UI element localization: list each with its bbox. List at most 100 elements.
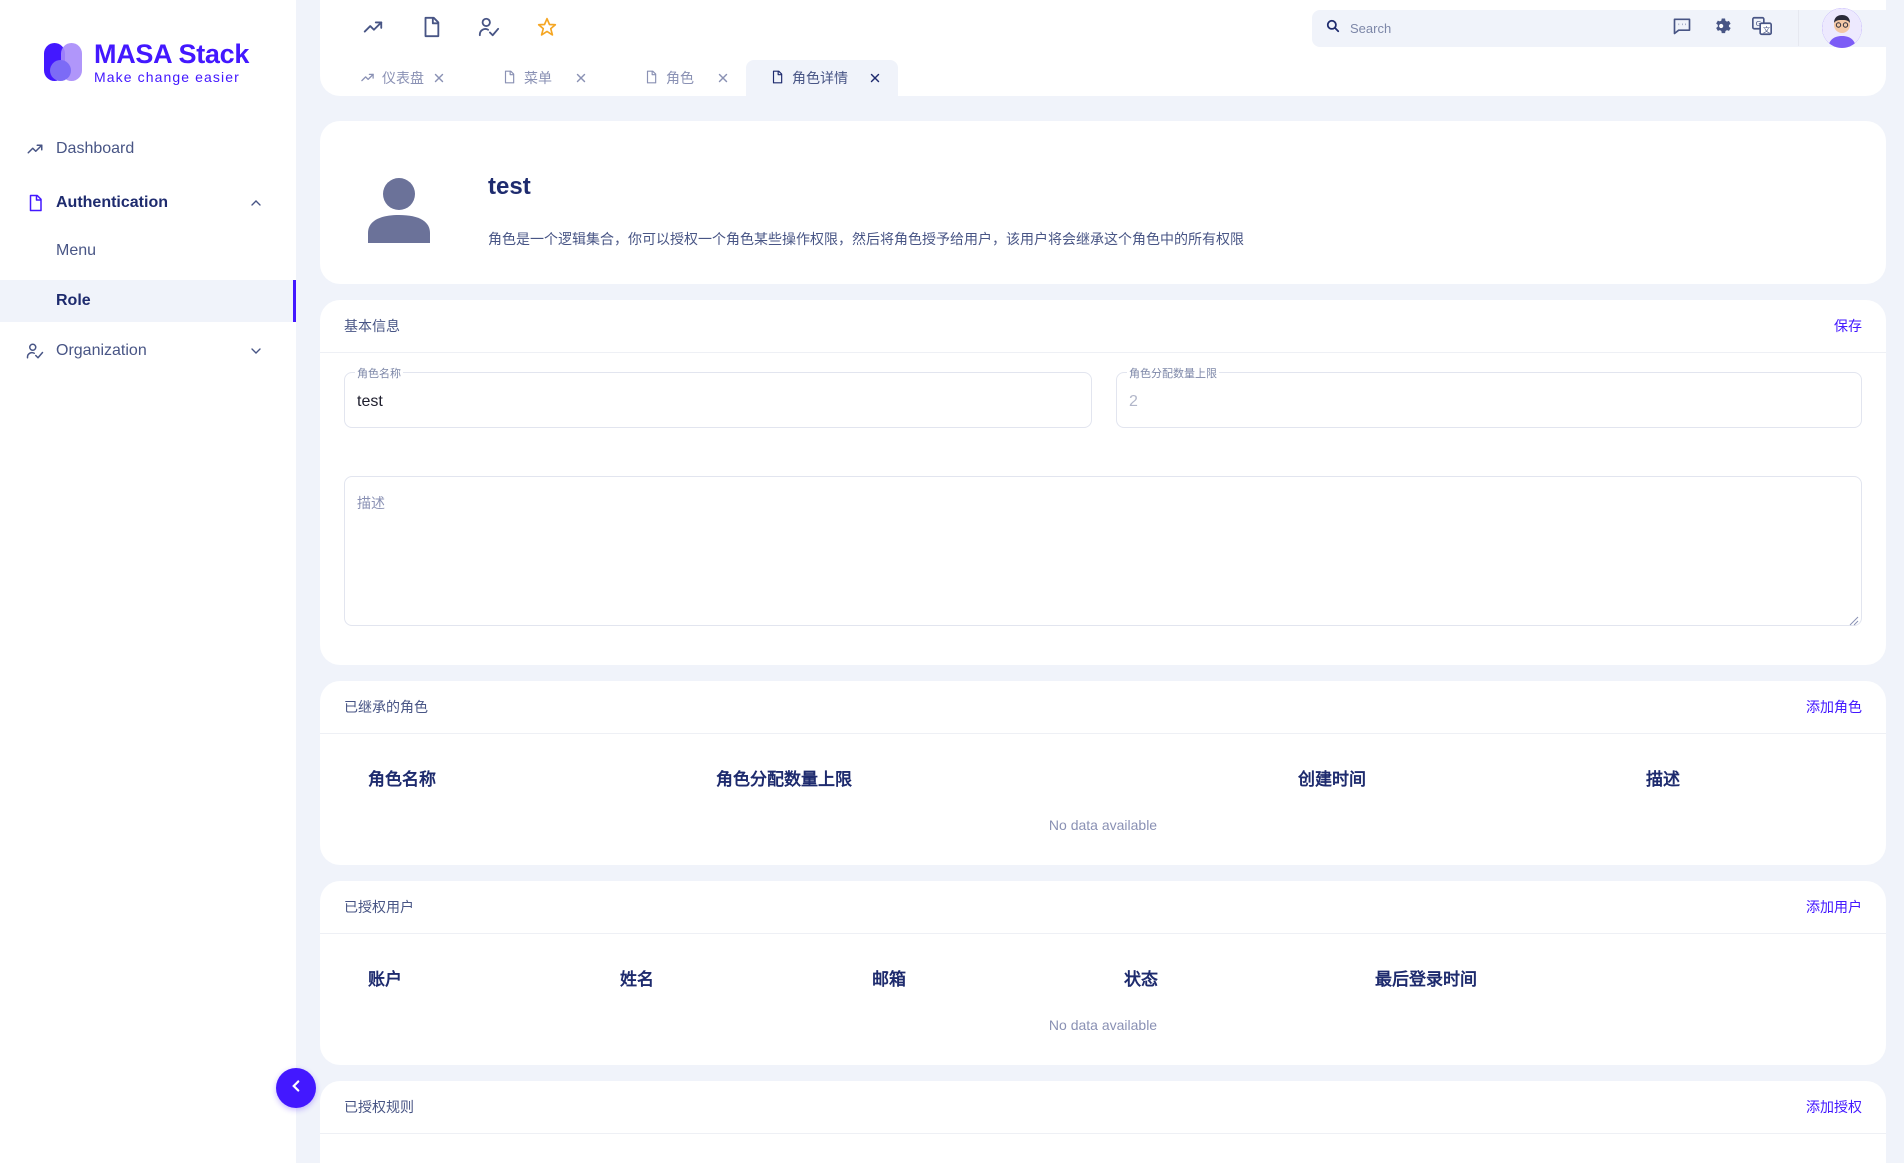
card-header: 已授权规则 添加授权 [320, 1081, 1886, 1134]
column-header[interactable]: 最后登录时间 [1375, 965, 1477, 990]
field-label: 角色名称 [355, 365, 403, 381]
tab-dashboard[interactable]: 仪表盘 [320, 60, 462, 96]
sidebar-item-menu[interactable]: Menu [0, 230, 296, 272]
sidebar-item-role[interactable]: Role [0, 280, 296, 322]
chevron-left-icon [287, 1077, 305, 1100]
column-header[interactable]: 描述 [1646, 765, 1680, 790]
add-role-button[interactable]: 添加角色 [1806, 697, 1862, 717]
brand-logo[interactable]: MASA Stack Make change easier [42, 40, 249, 84]
authorized-rules-card: 已授权规则 添加授权 [320, 1081, 1886, 1163]
close-icon[interactable] [716, 71, 730, 85]
column-header[interactable]: 状态 [1124, 965, 1158, 990]
role-name-heading: test [488, 173, 531, 200]
settings-button[interactable] [1710, 16, 1734, 40]
quick-link-organization[interactable] [476, 16, 502, 42]
authorized-users-card: 已授权用户 添加用户 账户 姓名 邮箱 状态 最后登录时间 No data av… [320, 881, 1886, 1065]
role-avatar-icon [368, 177, 430, 243]
user-check-icon [478, 16, 500, 43]
column-header[interactable]: 邮箱 [872, 965, 906, 990]
collapse-sidebar-button[interactable] [276, 1068, 316, 1108]
sidebar-nav: Dashboard Authentication Menu Role Organ… [0, 128, 296, 372]
description-field[interactable] [344, 476, 1862, 626]
card-header: 已继承的角色 添加角色 [320, 681, 1886, 734]
tab-label: 菜单 [524, 70, 552, 86]
tab-label: 仪表盘 [382, 70, 424, 86]
user-avatar[interactable] [1822, 8, 1862, 48]
column-header[interactable]: 姓名 [620, 965, 654, 990]
translate-icon: G文 [1751, 15, 1773, 42]
svg-text:G: G [1756, 19, 1762, 28]
page-tabs: 仪表盘 菜单 角色 角色详情 [320, 60, 898, 96]
file-icon [420, 16, 442, 43]
search-icon [1326, 19, 1340, 38]
column-header[interactable]: 创建时间 [1298, 765, 1366, 790]
close-icon[interactable] [574, 71, 588, 85]
user-check-icon [26, 342, 44, 360]
inherited-roles-card: 已继承的角色 添加角色 角色名称 角色分配数量上限 创建时间 描述 No dat… [320, 681, 1886, 865]
brand-title: MASA Stack [94, 38, 250, 69]
role-limit-field[interactable]: 角色分配数量上限 [1116, 365, 1862, 428]
star-icon [537, 17, 557, 42]
table-header-row: 账户 姓名 邮箱 状态 最后登录时间 [320, 961, 1886, 991]
column-header[interactable]: 角色分配数量上限 [716, 765, 852, 790]
trending-up-icon [26, 140, 44, 158]
add-authorization-button[interactable]: 添加授权 [1806, 1097, 1862, 1117]
file-icon [770, 70, 786, 86]
card-title: 基本信息 [344, 318, 400, 334]
sidebar-item-authentication[interactable]: Authentication [0, 182, 296, 224]
close-icon[interactable] [868, 71, 882, 85]
description-textarea[interactable] [357, 493, 1813, 593]
message-icon [1672, 16, 1692, 41]
column-header[interactable]: 角色名称 [368, 765, 436, 790]
search-input[interactable] [1350, 21, 1904, 36]
masa-logo-icon [42, 40, 86, 84]
card-header: 基本信息 保存 [320, 300, 1886, 353]
empty-state-text: No data available [1048, 817, 1158, 833]
role-limit-input[interactable] [1129, 393, 1799, 411]
chevron-up-icon [248, 195, 264, 211]
card-title: 已授权用户 [344, 899, 414, 915]
tab-label: 角色 [666, 70, 694, 86]
tab-role[interactable]: 角色 [604, 60, 746, 96]
file-icon [26, 194, 44, 212]
top-bar: G文 仪表盘 菜单 [320, 0, 1904, 96]
search-box[interactable] [1312, 10, 1904, 47]
chevron-down-icon [248, 343, 264, 359]
role-name-input[interactable] [357, 393, 1029, 411]
close-icon[interactable] [432, 71, 446, 85]
file-icon [502, 70, 518, 86]
add-user-button[interactable]: 添加用户 [1806, 897, 1862, 917]
sidebar-item-organization[interactable]: Organization [0, 330, 296, 372]
quick-link-favorites[interactable] [534, 16, 560, 42]
sidebar: MASA Stack Make change easier Dashboard … [0, 0, 296, 1163]
card-header: 已授权用户 添加用户 [320, 881, 1886, 934]
gear-icon [1712, 16, 1732, 41]
top-bar-divider [1798, 10, 1799, 46]
sidebar-item-label: Authentication [56, 194, 168, 211]
file-icon [644, 70, 660, 86]
brand-subtitle: Make change easier [94, 68, 240, 85]
quick-link-file[interactable] [418, 16, 444, 42]
basic-info-card: 基本信息 保存 角色名称 角色分配数量上限 [320, 300, 1886, 665]
role-name-field[interactable]: 角色名称 [344, 365, 1092, 428]
tab-role-detail[interactable]: 角色详情 [746, 60, 898, 96]
messages-button[interactable] [1670, 16, 1694, 40]
sidebar-item-label: Dashboard [56, 140, 135, 157]
role-description-text: 角色是一个逻辑集合，你可以授权一个角色某些操作权限，然后将角色授予给用户，该用户… [488, 231, 1244, 247]
sidebar-item-label: Menu [56, 242, 97, 259]
field-label: 角色分配数量上限 [1127, 365, 1219, 381]
card-title: 已继承的角色 [344, 699, 428, 715]
sidebar-item-label: Organization [56, 342, 147, 359]
tab-menu[interactable]: 菜单 [462, 60, 604, 96]
trending-up-icon [360, 70, 376, 86]
svg-text:文: 文 [1763, 25, 1771, 34]
table-header-row: 角色名称 角色分配数量上限 创建时间 描述 [320, 761, 1886, 791]
language-button[interactable]: G文 [1750, 16, 1774, 40]
save-button[interactable]: 保存 [1834, 316, 1862, 336]
sidebar-item-dashboard[interactable]: Dashboard [0, 128, 296, 170]
quick-link-dashboard[interactable] [360, 16, 386, 42]
resize-grip-icon[interactable] [1849, 613, 1859, 626]
tab-label: 角色详情 [792, 70, 848, 86]
sidebar-item-label: Role [56, 292, 91, 309]
column-header[interactable]: 账户 [368, 965, 402, 990]
